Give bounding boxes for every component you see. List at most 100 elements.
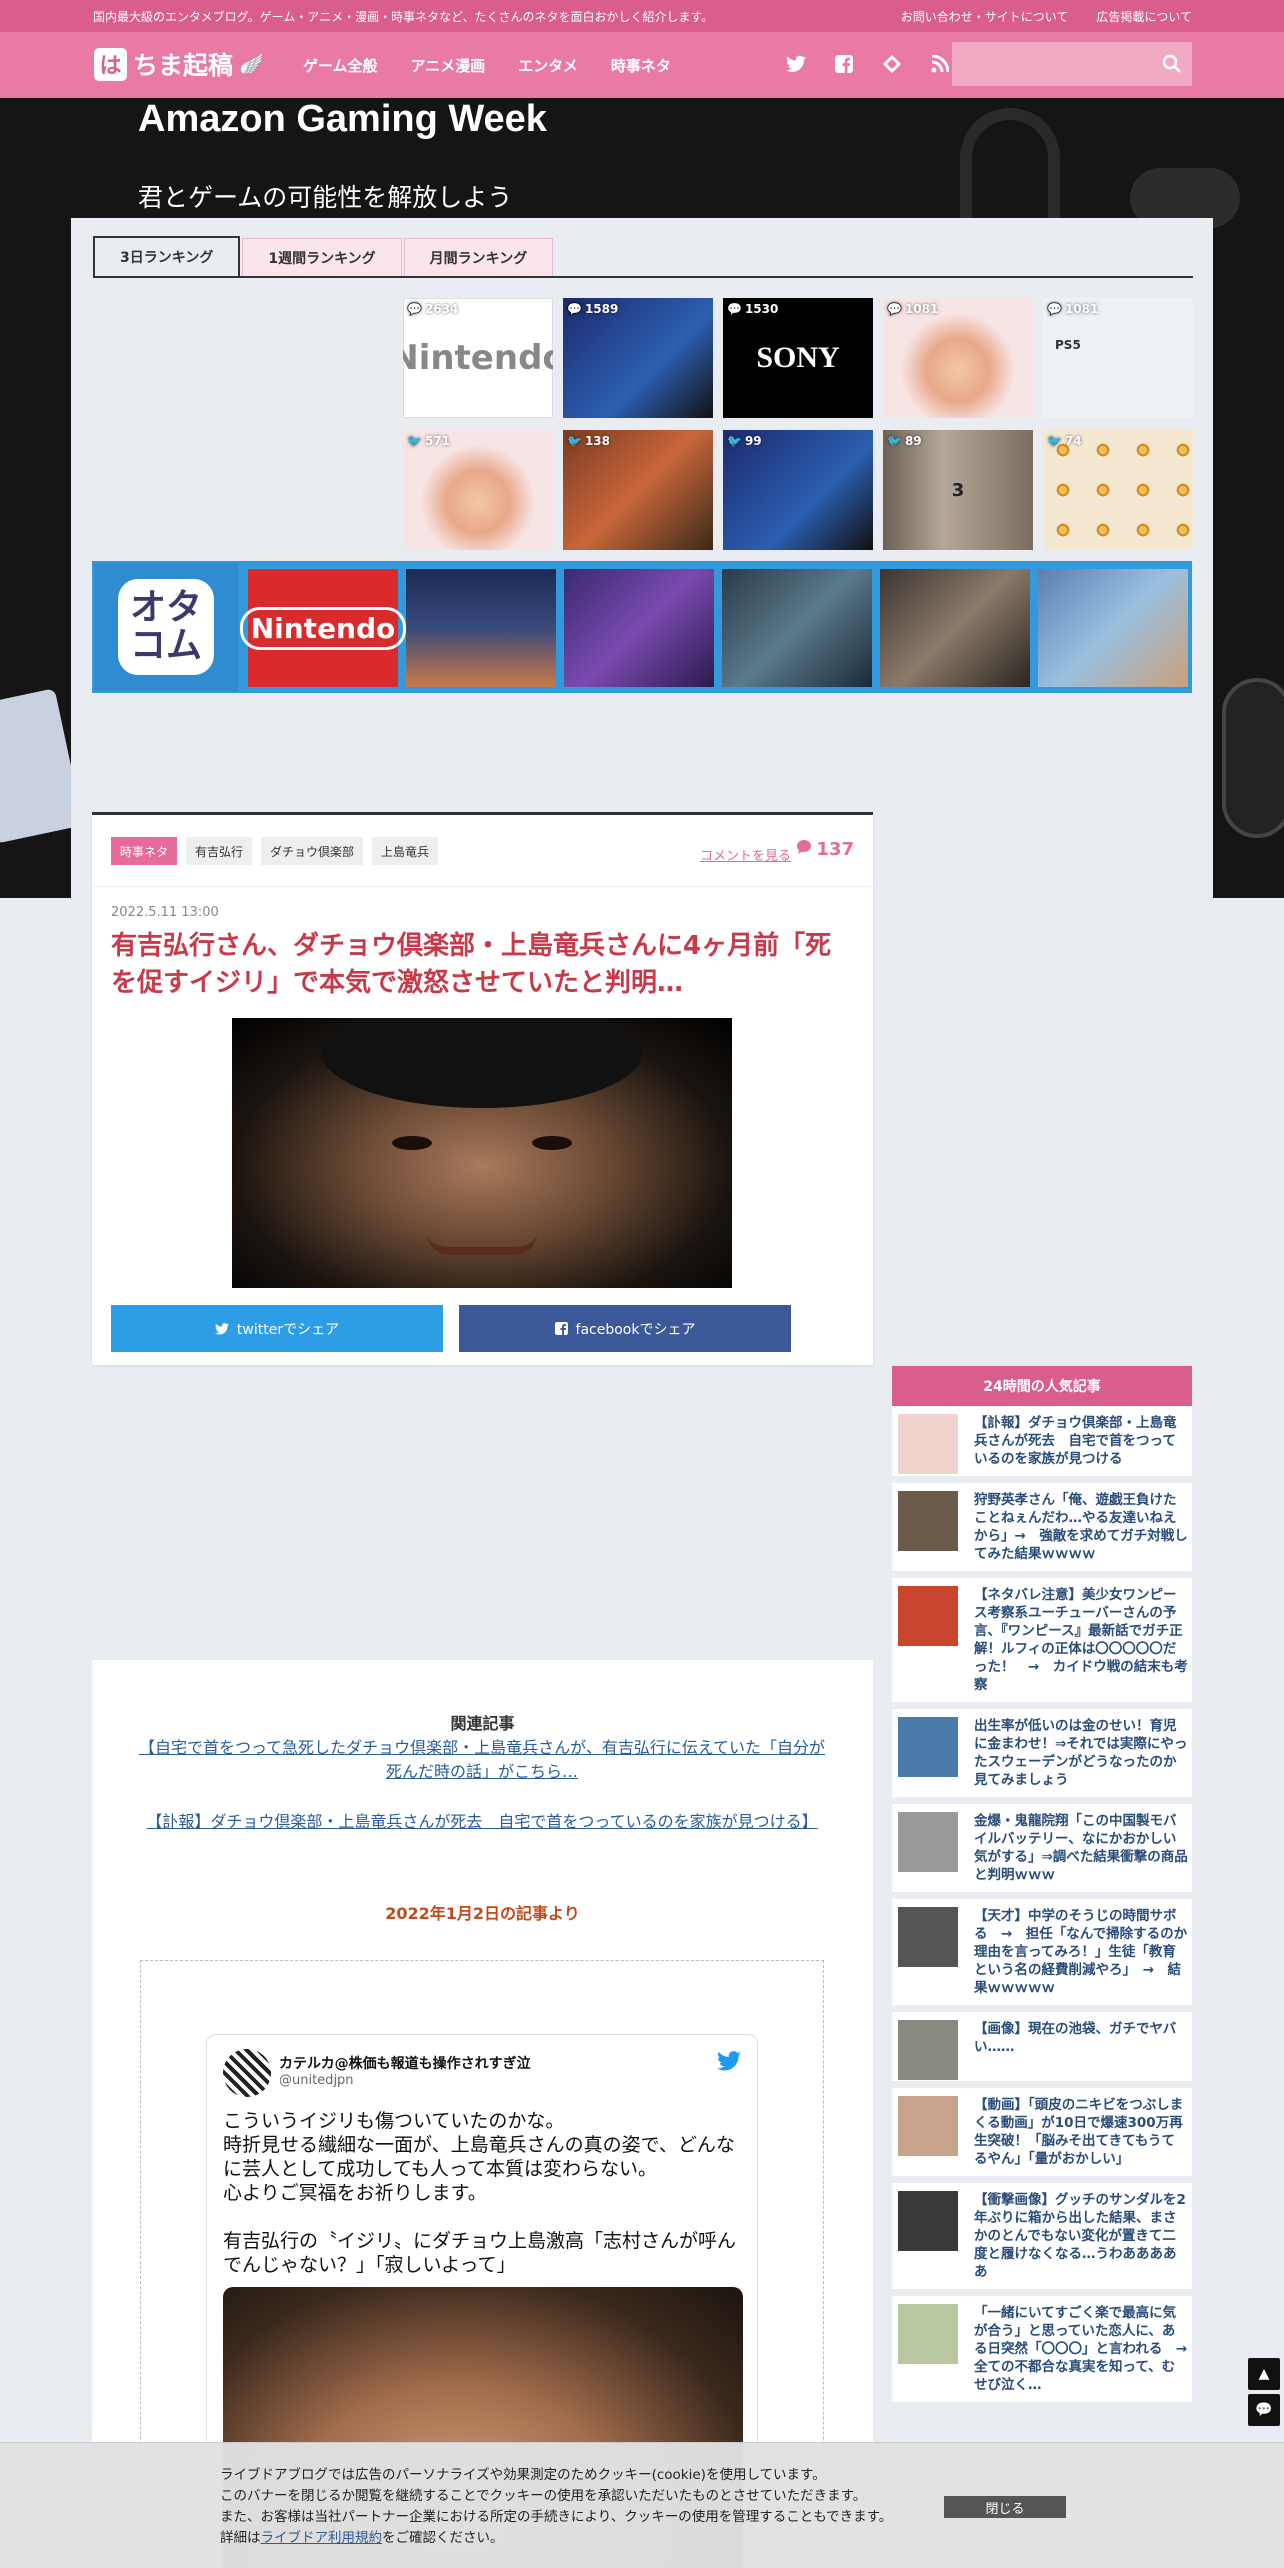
popular-article-title[interactable]: 【訃報】ダチョウ倶楽部・上島竜兵さんが死去 自宅で首をつっているのを家族が見つけ… bbox=[974, 1406, 1192, 1476]
popular-article-item[interactable]: 【天才】中学のそうじの時間サボる → 担任「なんで掃除するのか理由を言ってみろ！… bbox=[892, 1899, 1192, 2012]
related-link[interactable]: 【訃報】ダチョウ倶楽部・上島竜兵さんが死去 自宅で首をつっているのを家族が見つけ… bbox=[132, 1810, 832, 1834]
contact-link[interactable]: お問い合わせ・サイトについて bbox=[901, 8, 1069, 25]
comment-fab-button[interactable]: 💬 bbox=[1248, 2394, 1280, 2426]
popular-article-title[interactable]: 金爆・鬼龍院翔「この中国製モバイルバッテリー、なにかおかしい気がする」⇒調べた結… bbox=[974, 1804, 1192, 1892]
popular-article-title[interactable]: 「一緒にいてすごく楽で最高に気が合う」と思っていた恋人に、ある日突然「〇〇〇」と… bbox=[974, 2296, 1201, 2402]
ranking-count: 1081 bbox=[904, 302, 939, 316]
feedly-icon[interactable] bbox=[880, 52, 904, 76]
popular-article-title[interactable]: 出生率が低いのは金のせい！育児に金まわせ！⇒それでは実際にやったスウェーデンがど… bbox=[974, 1709, 1192, 1797]
promo-tile[interactable]: Nintendo bbox=[239, 569, 407, 687]
ranking-item[interactable]: 🐦 571 bbox=[403, 430, 553, 550]
ranking-count: 89 bbox=[904, 434, 922, 448]
scroll-top-button[interactable]: ▲ bbox=[1248, 2358, 1280, 2390]
ranking-item[interactable]: 💬 1081 bbox=[883, 298, 1033, 418]
otakom-logo: オタコム bbox=[94, 563, 238, 691]
ranking-item[interactable]: 💬 1589 bbox=[563, 298, 713, 418]
popular-article-title[interactable]: 狩野英孝さん「俺、遊戯王負けたことねぇんだわ…やる友達いねえから」→ 強敵を求め… bbox=[974, 1483, 1192, 1571]
ranking-item[interactable]: 🐦 99 bbox=[723, 430, 873, 550]
cookie-line: また、お客様は当社パートナー企業における所定の手続きにより、クッキーの使用を管理… bbox=[220, 2509, 893, 2525]
tab-1week[interactable]: 1週間ランキング bbox=[242, 238, 402, 276]
popular-article-thumb[interactable] bbox=[898, 1907, 958, 1967]
popular-article-title[interactable]: 【ネタバレ注意】美少女ワンピース考察系ユーチューバーさんの予言、『ワンピース』最… bbox=[974, 1578, 1192, 1702]
nav-game[interactable]: ゲーム全般 bbox=[303, 55, 378, 76]
tag[interactable]: 有吉弘行 bbox=[186, 837, 253, 865]
popular-article-item[interactable]: 【衝撃画像】グッチのサンダルを2年ぶりに箱から出した結果、まさかのとんでもない変… bbox=[892, 2183, 1192, 2296]
search-icon[interactable] bbox=[1162, 54, 1182, 74]
popular-article-thumb[interactable] bbox=[898, 1414, 958, 1474]
comment-count[interactable]: 137 bbox=[796, 839, 854, 860]
ranking-item[interactable]: 🐦 74 bbox=[1043, 430, 1193, 550]
popular-article-title[interactable]: 【天才】中学のそうじの時間サボる → 担任「なんで掃除するのか理由を言ってみろ！… bbox=[974, 1899, 1192, 2005]
tag-category[interactable]: 時事ネタ bbox=[111, 837, 178, 865]
ranking-thumb bbox=[1043, 430, 1193, 550]
popular-article-thumb[interactable] bbox=[898, 2020, 958, 2080]
avatar[interactable] bbox=[223, 2049, 271, 2097]
twitter-icon: 🐦 bbox=[1047, 434, 1062, 448]
nav-news[interactable]: 時事ネタ bbox=[611, 55, 671, 76]
ranking-count: 138 bbox=[584, 434, 611, 448]
popular-article-title[interactable]: 【衝撃画像】グッチのサンダルを2年ぶりに箱から出した結果、まさかのとんでもない変… bbox=[974, 2183, 1192, 2289]
popular-article-item[interactable]: 狩野英孝さん「俺、遊戯王負けたことねぇんだわ…やる友達いねえから」→ 強敵を求め… bbox=[892, 1483, 1192, 1578]
popular-article-item[interactable]: 【画像】現在の池袋、ガチでヤバい…… bbox=[892, 2012, 1192, 2088]
promo-tile[interactable] bbox=[406, 569, 556, 687]
comment-count-value: 137 bbox=[816, 839, 854, 860]
tab-monthly[interactable]: 月間ランキング bbox=[403, 238, 554, 276]
popular-article-item[interactable]: 【ネタバレ注意】美少女ワンピース考察系ユーチューバーさんの予言、『ワンピース』最… bbox=[892, 1578, 1192, 1709]
popular-article-title[interactable]: 【動画】「頭皮のニキビをつぶしまくる動画」が10日で爆速300万再生突破！「脳み… bbox=[974, 2088, 1192, 2176]
popular-article-thumb[interactable] bbox=[898, 2304, 958, 2364]
popular-article-item[interactable]: 金爆・鬼龍院翔「この中国製モバイルバッテリー、なにかおかしい気がする」⇒調べた結… bbox=[892, 1804, 1192, 1899]
popular-article-title[interactable]: 【画像】現在の池袋、ガチでヤバい…… bbox=[974, 2012, 1192, 2064]
ranking-count: 571 bbox=[424, 434, 451, 448]
nav-entame[interactable]: エンタメ bbox=[518, 55, 578, 76]
popular-article-thumb[interactable] bbox=[898, 2096, 958, 2156]
comment-icon: 💬 bbox=[887, 302, 902, 316]
cookie-text: ライブドアブログでは広告のパーソナライズや効果測定のためクッキー(cookie)… bbox=[220, 2465, 892, 2549]
rss-icon[interactable] bbox=[928, 52, 952, 76]
popular-article-item[interactable]: 「一緒にいてすごく楽で最高に気が合う」と思っていた恋人に、ある日突然「〇〇〇」と… bbox=[892, 2296, 1201, 2409]
popular-article-thumb[interactable] bbox=[898, 1717, 958, 1777]
mouse-image bbox=[1222, 678, 1284, 838]
view-comments-link[interactable]: コメントを見る bbox=[700, 845, 791, 864]
tag[interactable]: ダチョウ倶楽部 bbox=[261, 837, 364, 865]
tweet-author-name[interactable]: カテルカ@株価も報道も操作されすぎ泣 bbox=[279, 2053, 531, 2073]
popular-article-item[interactable]: 【訃報】ダチョウ倶楽部・上島竜兵さんが死去 自宅で首をつっているのを家族が見つけ… bbox=[892, 1406, 1192, 1483]
facebook-icon[interactable] bbox=[832, 52, 856, 76]
ranking-item[interactable]: SONY 💬 1530 bbox=[723, 298, 873, 418]
twitter-bird-icon[interactable] bbox=[717, 2049, 741, 2073]
tweet-author-handle[interactable]: @unitedjpn bbox=[279, 2073, 354, 2088]
popular-article-item[interactable]: 【動画】「頭皮のニキビをつぶしまくる動画」が10日で爆速300万再生突破！「脳み… bbox=[892, 2088, 1192, 2183]
promo-tile[interactable] bbox=[722, 569, 872, 687]
promo-tile[interactable] bbox=[880, 569, 1030, 687]
ranking-item[interactable]: 3 🐦 89 bbox=[883, 430, 1033, 550]
popular-article-thumb[interactable] bbox=[898, 2191, 958, 2251]
ranking-count: 74 bbox=[1064, 434, 1082, 448]
popular-article-item[interactable]: 出生率が低いのは金のせい！育児に金まわせ！⇒それでは実際にやったスウェーデンがど… bbox=[892, 1709, 1192, 1804]
site-logo[interactable]: は ちま起稿 🪽 bbox=[94, 46, 264, 82]
terms-link[interactable]: ライブドア利用規約 bbox=[261, 2530, 383, 2546]
site-header: は ちま起稿 🪽 ゲーム全般 アニメ漫画 エンタメ 時事ネタ bbox=[0, 32, 1284, 98]
ranking-count: 2634 bbox=[424, 302, 459, 316]
popular-article-thumb[interactable] bbox=[898, 1586, 958, 1646]
twitter-icon[interactable] bbox=[784, 52, 808, 76]
popular-article-thumb[interactable] bbox=[898, 1491, 958, 1551]
ranking-item[interactable]: PS5 💬 1081 bbox=[1043, 298, 1193, 418]
promo-tile[interactable] bbox=[564, 569, 714, 687]
twitter-share-button[interactable]: twitterでシェア bbox=[111, 1305, 443, 1352]
facebook-share-button[interactable]: facebookでシェア bbox=[459, 1305, 791, 1352]
cookie-close-button[interactable]: 閉じる bbox=[944, 2496, 1066, 2518]
search-input[interactable] bbox=[952, 42, 1152, 86]
ads-link[interactable]: 広告掲載について bbox=[1096, 8, 1192, 25]
promo-tile[interactable] bbox=[1038, 569, 1188, 687]
popular-article-thumb[interactable] bbox=[898, 1812, 958, 1872]
ranking-item[interactable]: Nintendo💬2634 bbox=[403, 298, 553, 418]
ranking-thumb: 3 bbox=[883, 430, 1033, 550]
tag[interactable]: 上島竜兵 bbox=[372, 837, 439, 865]
otakom-promo[interactable]: オタコム Nintendo bbox=[92, 561, 1192, 693]
nav-anime[interactable]: アニメ漫画 bbox=[411, 55, 486, 76]
ranking-item[interactable]: 🐦 138 bbox=[563, 430, 713, 550]
cookie-consent-banner: ライブドアブログでは広告のパーソナライズや効果測定のためクッキー(cookie)… bbox=[0, 2442, 1284, 2568]
related-link[interactable]: 【自宅で首をつって急死したダチョウ倶楽部・上島竜兵さんが、有吉弘行に伝えていた「… bbox=[132, 1736, 832, 1784]
promo-tile-label: Nintendo bbox=[239, 606, 407, 650]
tab-3day[interactable]: 3日ランキング bbox=[93, 236, 241, 276]
article-headline: 有吉弘行さん、ダチョウ倶楽部・上島竜兵さんに4ヶ月前「死を促すイジリ」で本気で激… bbox=[111, 931, 832, 998]
